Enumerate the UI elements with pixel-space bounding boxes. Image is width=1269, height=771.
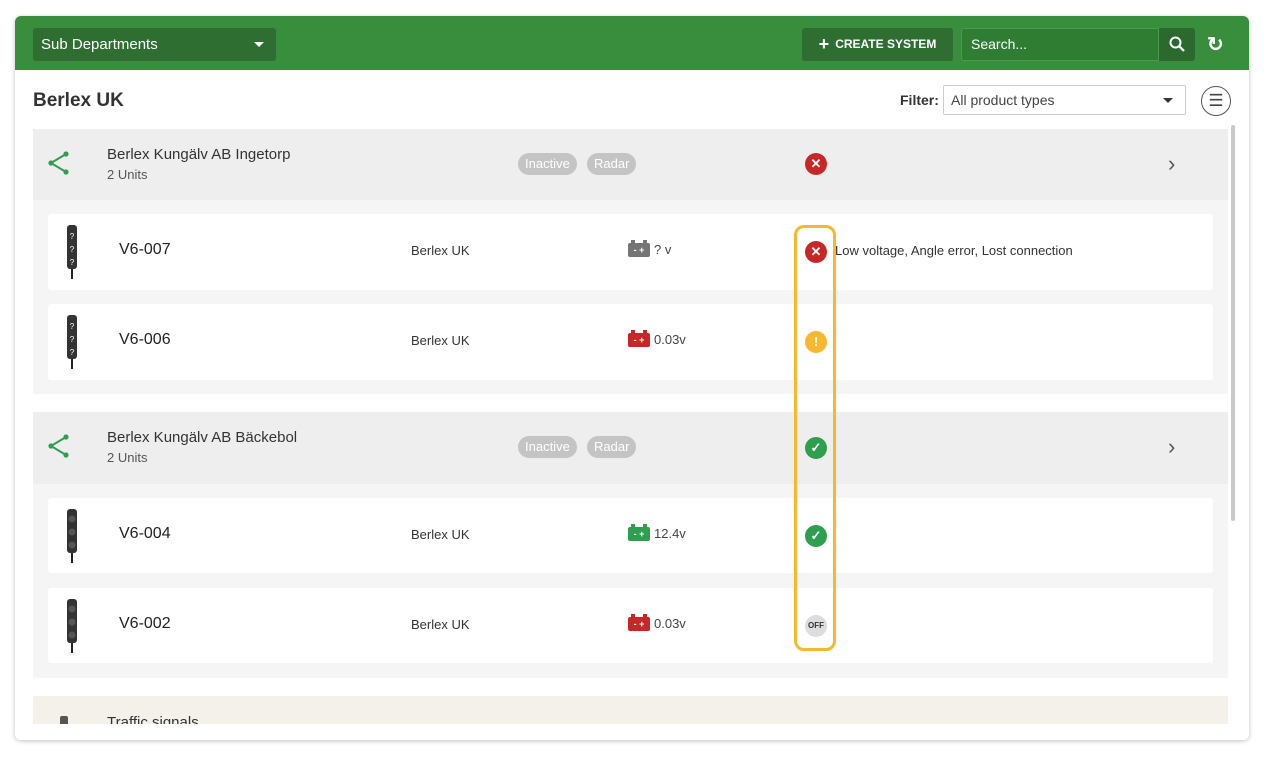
battery: - + 12.4v [628, 523, 686, 541]
create-system-label: CREATE SYSTEM [835, 37, 937, 51]
network-share-icon [48, 434, 69, 458]
group-items: ??? V6-007 Berlex UK - + ? v ✕ Low voltag… [33, 200, 1228, 394]
unit-name: V6-006 [119, 331, 171, 348]
battery-icon: - + [628, 613, 650, 631]
group-units: 2 Units [107, 167, 148, 182]
svg-text:?: ? [70, 258, 75, 267]
main-card: Sub Departments + CREATE SYSTEM Search...… [15, 16, 1249, 740]
group-header[interactable]: Berlex Kungälv AB Ingetorp 2 Units Inact… [33, 129, 1228, 200]
menu-button[interactable]: ☰ [1201, 86, 1231, 116]
page-title: Berlex UK [33, 90, 124, 111]
error-status-icon: ✕ [805, 153, 827, 175]
card-footer [15, 724, 1249, 740]
create-system-button[interactable]: + CREATE SYSTEM [802, 28, 953, 61]
battery: - + ? v [628, 239, 672, 257]
traffic-light-icon [67, 599, 77, 653]
unit-name: V6-002 [119, 615, 171, 632]
unit-location: Berlex UK [411, 333, 470, 348]
top-bar: Sub Departments + CREATE SYSTEM Search...… [15, 16, 1249, 70]
svg-text:?: ? [70, 232, 75, 241]
battery-voltage: 12.4v [654, 526, 686, 541]
battery: - + 0.03v [628, 613, 686, 631]
unit-row[interactable]: V6-004 Berlex UK - + 12.4v ✓ [48, 498, 1213, 573]
unit-row[interactable]: V6-002 Berlex UK - + 0.03v OFF [48, 588, 1213, 663]
warning-status-icon: ! [805, 331, 827, 353]
unit-location: Berlex UK [411, 527, 470, 542]
filter-value: All product types [951, 92, 1055, 108]
plus-icon: + [818, 34, 830, 54]
tag-inactive: Inactive [518, 153, 577, 175]
search-icon [1169, 36, 1185, 52]
tag-radar: Radar [587, 436, 637, 458]
department-select-value: Sub Departments [41, 36, 158, 53]
svg-text:?: ? [70, 335, 75, 344]
tag-inactive: Inactive [518, 436, 577, 458]
battery-icon: - + [628, 239, 650, 257]
caret-down-icon [1163, 98, 1173, 103]
refresh-icon[interactable]: ↻ [1207, 32, 1224, 57]
battery: - + 0.03v [628, 329, 686, 347]
group-name: Berlex Kungälv AB Ingetorp [107, 146, 291, 163]
battery-icon: - + [628, 523, 650, 541]
chevron-right-icon[interactable]: › [1168, 434, 1175, 460]
chevron-right-icon[interactable]: › [1168, 151, 1175, 177]
hamburger-icon: ☰ [1208, 91, 1224, 110]
search-input[interactable]: Search... [961, 28, 1159, 61]
svg-text:?: ? [70, 322, 75, 331]
unit-name: V6-007 [119, 241, 171, 258]
off-status-icon: OFF [805, 615, 827, 637]
error-status-icon: ✕ [805, 241, 827, 263]
caret-down-icon [254, 42, 264, 47]
battery-voltage: ? v [654, 242, 672, 257]
traffic-light-unknown-icon: ??? [67, 315, 77, 369]
tag-radar: Radar [587, 153, 637, 175]
group-items: V6-004 Berlex UK - + 12.4v ✓ V6-002 Berle… [33, 484, 1228, 678]
ok-status-icon: ✓ [805, 525, 827, 547]
unit-row[interactable]: ??? V6-006 Berlex UK - + 0.03v ! [48, 304, 1213, 380]
search-button[interactable] [1159, 28, 1195, 61]
scrollbar[interactable] [1231, 125, 1235, 521]
traffic-light-icon [67, 509, 77, 563]
group-units: 2 Units [107, 450, 148, 465]
status-message: Low voltage, Angle error, Lost connectio… [835, 243, 1073, 258]
unit-name: V6-004 [119, 525, 171, 542]
filter-label: Filter: [900, 92, 939, 108]
battery-icon: - + [628, 329, 650, 347]
product-type-filter[interactable]: All product types [943, 85, 1186, 115]
svg-text:?: ? [70, 245, 75, 254]
group-header[interactable]: Berlex Kungälv AB Bäckebol 2 Units Inact… [33, 412, 1228, 484]
group-name: Berlex Kungälv AB Bäckebol [107, 429, 298, 446]
svg-text:?: ? [70, 348, 75, 357]
unit-location: Berlex UK [411, 617, 470, 632]
battery-voltage: 0.03v [654, 332, 686, 347]
department-select[interactable]: Sub Departments [33, 28, 276, 61]
network-share-icon [48, 151, 69, 175]
battery-voltage: 0.03v [654, 616, 686, 631]
traffic-light-unknown-icon: ??? [67, 225, 77, 279]
unit-location: Berlex UK [411, 243, 470, 258]
unit-row[interactable]: ??? V6-007 Berlex UK - + ? v ✕ Low voltag… [48, 214, 1213, 290]
ok-status-icon: ✓ [805, 437, 827, 459]
